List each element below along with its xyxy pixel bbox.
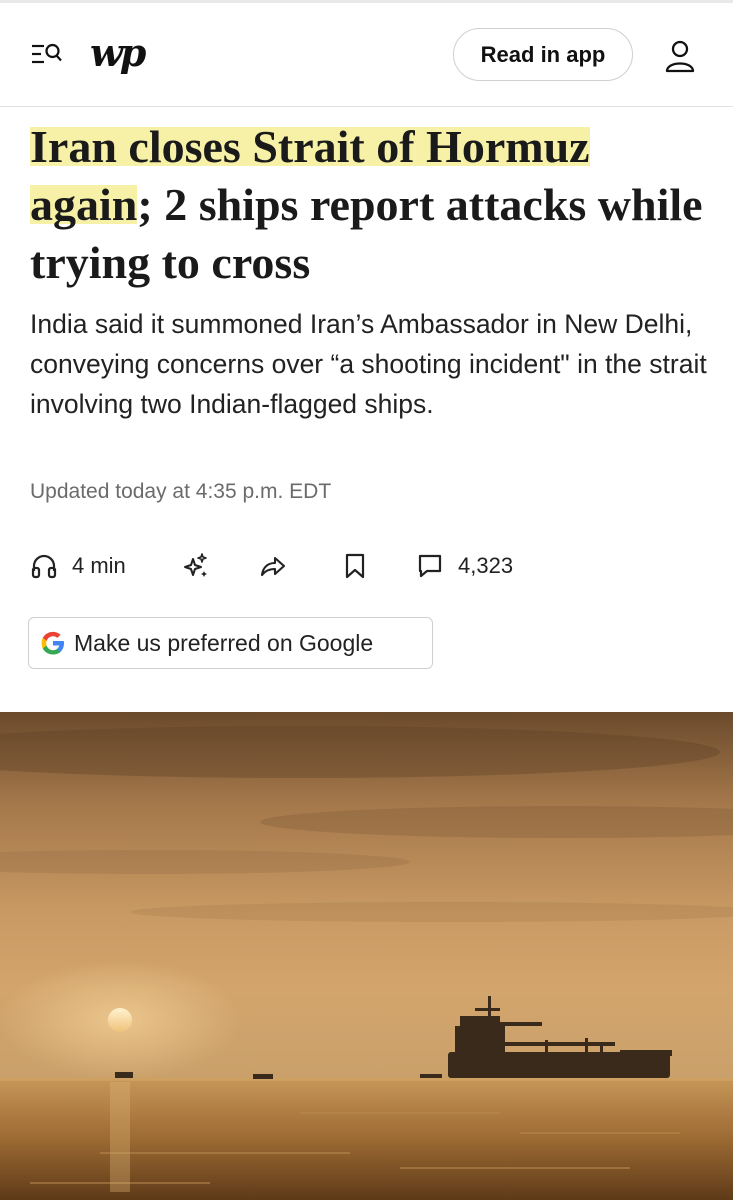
top-nav-bar: wp Read in app (0, 0, 733, 107)
sparkle-icon (184, 553, 207, 577)
bookmark-icon (345, 553, 365, 579)
read-in-app-button[interactable]: Read in app (453, 28, 633, 81)
article-headline: Iran closes Strait of Hormuz again; 2 sh… (30, 118, 720, 292)
share-arrow-icon (260, 556, 286, 577)
comment-icon (418, 554, 442, 578)
washington-post-logo[interactable]: wp (90, 28, 146, 78)
article-subheadline: India said it summoned Iran’s Ambassador… (30, 309, 707, 419)
headphones-icon (31, 554, 57, 579)
article-timestamp: Updated today at 4:35 p.m. EDT (30, 480, 332, 503)
menu-search-icon[interactable] (30, 40, 64, 70)
google-preferred-button[interactable]: Make us preferred on Google (28, 617, 433, 669)
comments-button[interactable]: 4,323 (416, 546, 513, 586)
share-button[interactable] (258, 546, 288, 586)
user-icon[interactable] (662, 38, 698, 74)
status-divider (0, 0, 733, 3)
save-button[interactable] (342, 546, 368, 586)
listen-duration: 4 min (72, 553, 126, 578)
hero-image (0, 712, 733, 1200)
google-preferred-label: Make us preferred on Google (74, 629, 374, 656)
listen-button[interactable]: 4 min (30, 546, 126, 586)
google-g-icon (41, 631, 64, 655)
gift-article-button[interactable] (180, 546, 210, 586)
article-action-bar: 4 min 4,323 (30, 546, 720, 586)
comment-count: 4,323 (458, 553, 514, 578)
